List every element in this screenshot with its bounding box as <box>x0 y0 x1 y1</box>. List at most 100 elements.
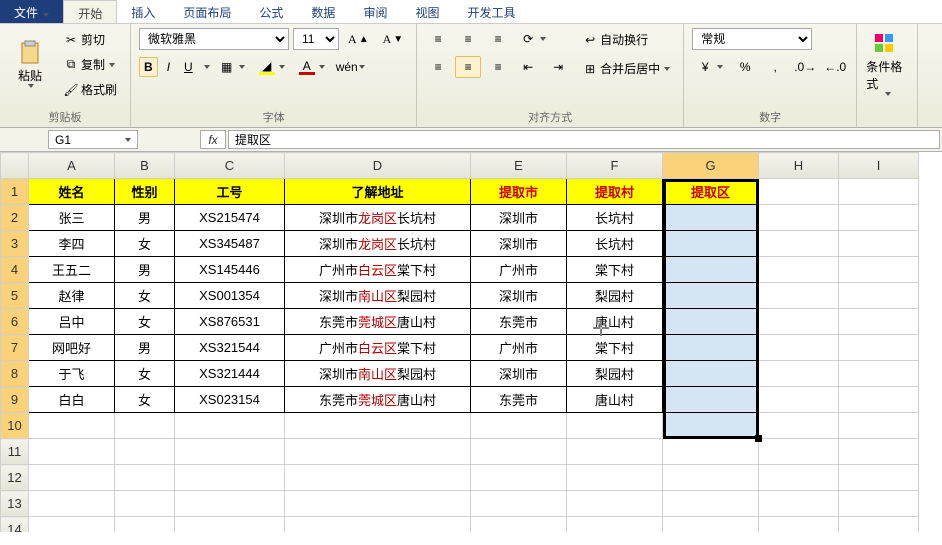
cell-F8[interactable]: 梨园村 <box>567 361 663 387</box>
cell-G7[interactable] <box>663 335 759 361</box>
cell-H13[interactable] <box>759 491 839 517</box>
cell-D7[interactable]: 广州市白云区棠下村 <box>285 335 471 361</box>
cell-G9[interactable] <box>663 387 759 413</box>
italic-button[interactable]: I <box>162 57 175 77</box>
cell-B4[interactable]: 男 <box>115 257 175 283</box>
cell-A4[interactable]: 王五二 <box>29 257 115 283</box>
cell-I7[interactable] <box>839 335 919 361</box>
cell-H5[interactable] <box>759 283 839 309</box>
cell-A3[interactable]: 李四 <box>29 231 115 257</box>
decrease-indent-button[interactable]: ⇤ <box>515 56 541 78</box>
cell-G6[interactable] <box>663 309 759 335</box>
underline-button[interactable]: U <box>179 57 198 77</box>
bold-button[interactable]: B <box>139 57 158 77</box>
col-header-A[interactable]: A <box>29 153 115 179</box>
cell-G3[interactable] <box>663 231 759 257</box>
cell-B14[interactable] <box>115 517 175 533</box>
cell-G14[interactable] <box>663 517 759 533</box>
align-bottom-button[interactable]: ≡ <box>485 28 511 50</box>
cell-D10[interactable] <box>285 413 471 439</box>
cell-D2[interactable]: 深圳市龙岗区长坑村 <box>285 205 471 231</box>
cell-E8[interactable]: 深圳市 <box>471 361 567 387</box>
cell-I13[interactable] <box>839 491 919 517</box>
cell-I4[interactable] <box>839 257 919 283</box>
cell-I10[interactable] <box>839 413 919 439</box>
cell-I8[interactable] <box>839 361 919 387</box>
cell-A7[interactable]: 网吧好 <box>29 335 115 361</box>
cell-I9[interactable] <box>839 387 919 413</box>
align-center-button[interactable]: ≡ <box>455 56 481 78</box>
conditional-formatting-button[interactable]: 条件格式 <box>865 28 909 98</box>
col-header-D[interactable]: D <box>285 153 471 179</box>
cell-F6[interactable]: 唐山村 <box>567 309 663 335</box>
row-header-9[interactable]: 9 <box>1 387 29 413</box>
font-family-select[interactable]: 微软雅黑 <box>139 28 289 50</box>
cell-F11[interactable] <box>567 439 663 465</box>
percent-button[interactable]: % <box>732 56 758 78</box>
cell-A9[interactable]: 白白 <box>29 387 115 413</box>
borders-button[interactable]: ▦ <box>214 56 250 78</box>
tab-insert[interactable]: 插入 <box>117 0 169 23</box>
cell-F13[interactable] <box>567 491 663 517</box>
cell-C13[interactable] <box>175 491 285 517</box>
cell-I1[interactable] <box>839 179 919 205</box>
cell-D1[interactable]: 了解地址 <box>285 179 471 205</box>
merge-center-button[interactable]: ⊞合并后居中 <box>577 57 675 80</box>
cell-D13[interactable] <box>285 491 471 517</box>
cell-C7[interactable]: XS321544 <box>175 335 285 361</box>
decrease-font-button[interactable]: A▼ <box>378 29 409 50</box>
cell-G12[interactable] <box>663 465 759 491</box>
row-header-4[interactable]: 4 <box>1 257 29 283</box>
col-header-I[interactable]: I <box>839 153 919 179</box>
cell-F7[interactable]: 棠下村 <box>567 335 663 361</box>
row-header-14[interactable]: 14 <box>1 517 29 533</box>
tab-view[interactable]: 视图 <box>401 0 453 23</box>
cell-I6[interactable] <box>839 309 919 335</box>
tab-data[interactable]: 数据 <box>297 0 349 23</box>
cell-C2[interactable]: XS215474 <box>175 205 285 231</box>
cell-F4[interactable]: 棠下村 <box>567 257 663 283</box>
cell-F5[interactable]: 梨园村 <box>567 283 663 309</box>
cell-G1[interactable]: 提取区 <box>663 179 759 205</box>
cell-H12[interactable] <box>759 465 839 491</box>
cell-C4[interactable]: XS145446 <box>175 257 285 283</box>
row-header-3[interactable]: 3 <box>1 231 29 257</box>
cell-F1[interactable]: 提取村 <box>567 179 663 205</box>
cell-C11[interactable] <box>175 439 285 465</box>
cell-H7[interactable] <box>759 335 839 361</box>
col-header-H[interactable]: H <box>759 153 839 179</box>
cell-B2[interactable]: 男 <box>115 205 175 231</box>
cell-B12[interactable] <box>115 465 175 491</box>
cell-G11[interactable] <box>663 439 759 465</box>
font-size-select[interactable]: 11 <box>293 28 339 50</box>
align-right-button[interactable]: ≡ <box>485 56 511 78</box>
cell-B1[interactable]: 性别 <box>115 179 175 205</box>
cell-E5[interactable]: 深圳市 <box>471 283 567 309</box>
cell-D6[interactable]: 东莞市莞城区唐山村 <box>285 309 471 335</box>
cell-A11[interactable] <box>29 439 115 465</box>
cell-E11[interactable] <box>471 439 567 465</box>
wrap-text-button[interactable]: ↩自动换行 <box>577 28 675 51</box>
grid[interactable]: ABCDEFGHI1姓名性别工号了解地址提取市提取村提取区2张三男XS21547… <box>0 152 942 532</box>
cell-B6[interactable]: 女 <box>115 309 175 335</box>
fill-handle[interactable] <box>755 435 762 442</box>
cell-A12[interactable] <box>29 465 115 491</box>
cell-B11[interactable] <box>115 439 175 465</box>
cell-H1[interactable] <box>759 179 839 205</box>
cell-B8[interactable]: 女 <box>115 361 175 387</box>
align-left-button[interactable]: ≡ <box>425 56 451 78</box>
cell-B3[interactable]: 女 <box>115 231 175 257</box>
tab-home[interactable]: 开始 <box>63 0 117 23</box>
cell-E1[interactable]: 提取市 <box>471 179 567 205</box>
cell-G2[interactable] <box>663 205 759 231</box>
font-color-button[interactable]: A <box>294 56 330 78</box>
cell-C5[interactable]: XS001354 <box>175 283 285 309</box>
cell-F10[interactable] <box>567 413 663 439</box>
cut-button[interactable]: ✂剪切 <box>58 28 122 51</box>
cell-I12[interactable] <box>839 465 919 491</box>
col-header-E[interactable]: E <box>471 153 567 179</box>
cell-I3[interactable] <box>839 231 919 257</box>
cell-F12[interactable] <box>567 465 663 491</box>
align-middle-button[interactable]: ≡ <box>455 28 481 50</box>
cell-H14[interactable] <box>759 517 839 533</box>
